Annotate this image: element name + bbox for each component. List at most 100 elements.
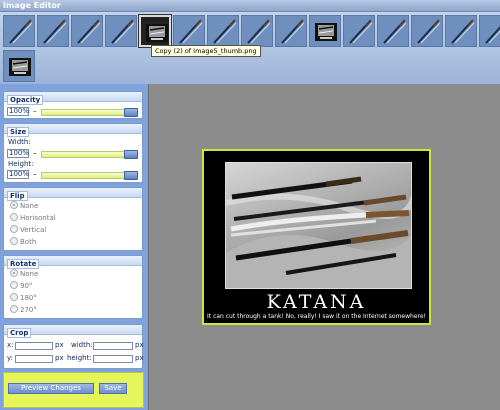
katana-thumb-icon xyxy=(213,19,237,44)
radio-icon[interactable] xyxy=(10,293,18,301)
opacity-slider-thumb[interactable] xyxy=(124,108,138,117)
rotate-option-label: 90° xyxy=(20,282,33,290)
rotate-option[interactable]: 90° xyxy=(10,281,32,291)
thumbnail-16[interactable] xyxy=(3,50,35,82)
katana-photo-art xyxy=(226,176,411,288)
opacity-legend: Opacity xyxy=(7,95,44,105)
flip-option[interactable]: Horisontal xyxy=(10,213,56,223)
flip-option-label: None xyxy=(20,202,39,210)
height-label: Height: xyxy=(8,160,34,168)
rotate-option[interactable]: None xyxy=(10,269,38,279)
thumbnail-9[interactable] xyxy=(275,15,307,47)
window-title: Image Editor xyxy=(0,0,500,12)
opacity-dash: – xyxy=(33,107,37,115)
radio-icon[interactable] xyxy=(10,225,18,233)
radio-icon[interactable] xyxy=(10,201,18,209)
height-dash: – xyxy=(33,170,37,178)
image-canvas: KATANA It can cut through a tank! No, re… xyxy=(148,84,500,410)
katana-thumb-icon xyxy=(451,19,475,44)
flip-option[interactable]: Vertical xyxy=(10,225,46,235)
width-dash: – xyxy=(33,149,37,157)
katana-thumb-icon xyxy=(43,19,67,44)
preview-changes-button[interactable]: Preview Changes xyxy=(8,383,94,394)
width-input[interactable]: 100% xyxy=(7,149,29,158)
thumbnail-4[interactable] xyxy=(105,15,137,47)
width-label: Width: xyxy=(8,138,31,146)
thumbnail-15[interactable] xyxy=(479,15,500,47)
flip-option[interactable]: Both xyxy=(10,237,36,247)
poster-subtitle: It can cut through a tank! No, really! I… xyxy=(207,313,426,320)
katana-thumb-icon xyxy=(485,26,500,44)
katana-thumb-icon xyxy=(111,19,135,44)
thumbnail-5[interactable] xyxy=(138,14,172,48)
thumbnail-10[interactable] xyxy=(309,15,341,47)
crop-y-label: y: xyxy=(7,354,13,362)
action-bar: Preview Changes Save xyxy=(3,372,144,408)
rotate-legend: Rotate xyxy=(7,259,40,269)
crop-height-input[interactable] xyxy=(93,355,133,363)
thumbnail-11[interactable] xyxy=(343,15,375,47)
size-legend: Size xyxy=(7,127,30,137)
crop-panel: Crop x: px width: px y: px height: px xyxy=(3,324,144,369)
size-panel: Size Width: 100% – Height: 100% – xyxy=(3,123,143,183)
flip-option-label: Both xyxy=(20,238,37,246)
crop-width-unit: px xyxy=(135,341,144,349)
width-slider-thumb[interactable] xyxy=(124,150,138,159)
crop-y-unit: px xyxy=(55,354,64,362)
katana-thumb-icon xyxy=(383,19,407,44)
crop-width-label: width: xyxy=(71,341,93,349)
thumbnail-2[interactable] xyxy=(37,15,69,47)
thumbnail-tooltip: Copy (2) of Image5_thumb.png xyxy=(151,45,261,57)
height-input[interactable]: 100% xyxy=(7,170,29,179)
thumbnail-12[interactable] xyxy=(377,15,409,47)
katana-thumb-icon xyxy=(77,19,101,44)
properties-sidebar: Opacity 100% – Size Width: 100% – Height… xyxy=(0,84,148,410)
poster-title: KATANA xyxy=(266,291,367,313)
rotate-option-label: None xyxy=(20,270,39,278)
flip-legend: Flip xyxy=(7,191,28,201)
thumbnail-3[interactable] xyxy=(71,15,103,47)
save-button[interactable]: Save xyxy=(99,383,127,394)
katana-thumb-icon xyxy=(9,19,33,44)
crop-x-label: x: xyxy=(7,341,14,349)
thumbnail-13[interactable] xyxy=(411,15,443,47)
crop-x-input[interactable] xyxy=(15,342,53,350)
rotate-panel: Rotate None 90° 180° 270° xyxy=(3,255,143,319)
crop-legend: Crop xyxy=(7,328,32,338)
katana-thumb-icon xyxy=(247,19,271,44)
thumbnail-7[interactable] xyxy=(207,15,239,47)
rotate-option-label: 270° xyxy=(20,306,37,314)
radio-icon[interactable] xyxy=(10,281,18,289)
thumbnail-14[interactable] xyxy=(445,15,477,47)
crop-width-input[interactable] xyxy=(93,342,133,350)
poster-thumb-icon xyxy=(9,58,31,76)
katana-thumb-icon xyxy=(179,19,203,44)
katana-thumb-icon xyxy=(417,19,441,44)
poster-image[interactable]: KATANA It can cut through a tank! No, re… xyxy=(202,149,431,325)
katana-photo xyxy=(225,162,412,289)
thumbnail-1[interactable] xyxy=(3,15,35,47)
katana-thumb-icon xyxy=(281,19,305,44)
rotate-option[interactable]: 180° xyxy=(10,293,37,303)
radio-icon[interactable] xyxy=(10,213,18,221)
opacity-input[interactable]: 100% xyxy=(7,107,29,116)
radio-icon[interactable] xyxy=(10,269,18,277)
poster-thumb-icon xyxy=(315,23,337,41)
radio-icon[interactable] xyxy=(10,305,18,313)
rotate-option-label: 180° xyxy=(20,294,37,302)
flip-option-label: Vertical xyxy=(20,226,47,234)
flip-panel: Flip None Horisontal Vertical Both xyxy=(3,187,143,251)
rotate-option[interactable]: 270° xyxy=(10,305,37,315)
katana-thumb-icon xyxy=(349,19,373,44)
crop-x-unit: px xyxy=(55,341,64,349)
radio-icon[interactable] xyxy=(10,237,18,245)
crop-height-label: height: xyxy=(67,354,92,362)
height-slider-thumb[interactable] xyxy=(124,171,138,180)
flip-option-label: Horisontal xyxy=(20,214,56,222)
flip-option[interactable]: None xyxy=(10,201,38,211)
thumbnail-8[interactable] xyxy=(241,15,273,47)
crop-y-input[interactable] xyxy=(15,355,53,363)
opacity-panel: Opacity 100% – xyxy=(3,91,143,119)
thumbnail-6[interactable] xyxy=(173,15,205,47)
crop-height-unit: px xyxy=(135,354,144,362)
